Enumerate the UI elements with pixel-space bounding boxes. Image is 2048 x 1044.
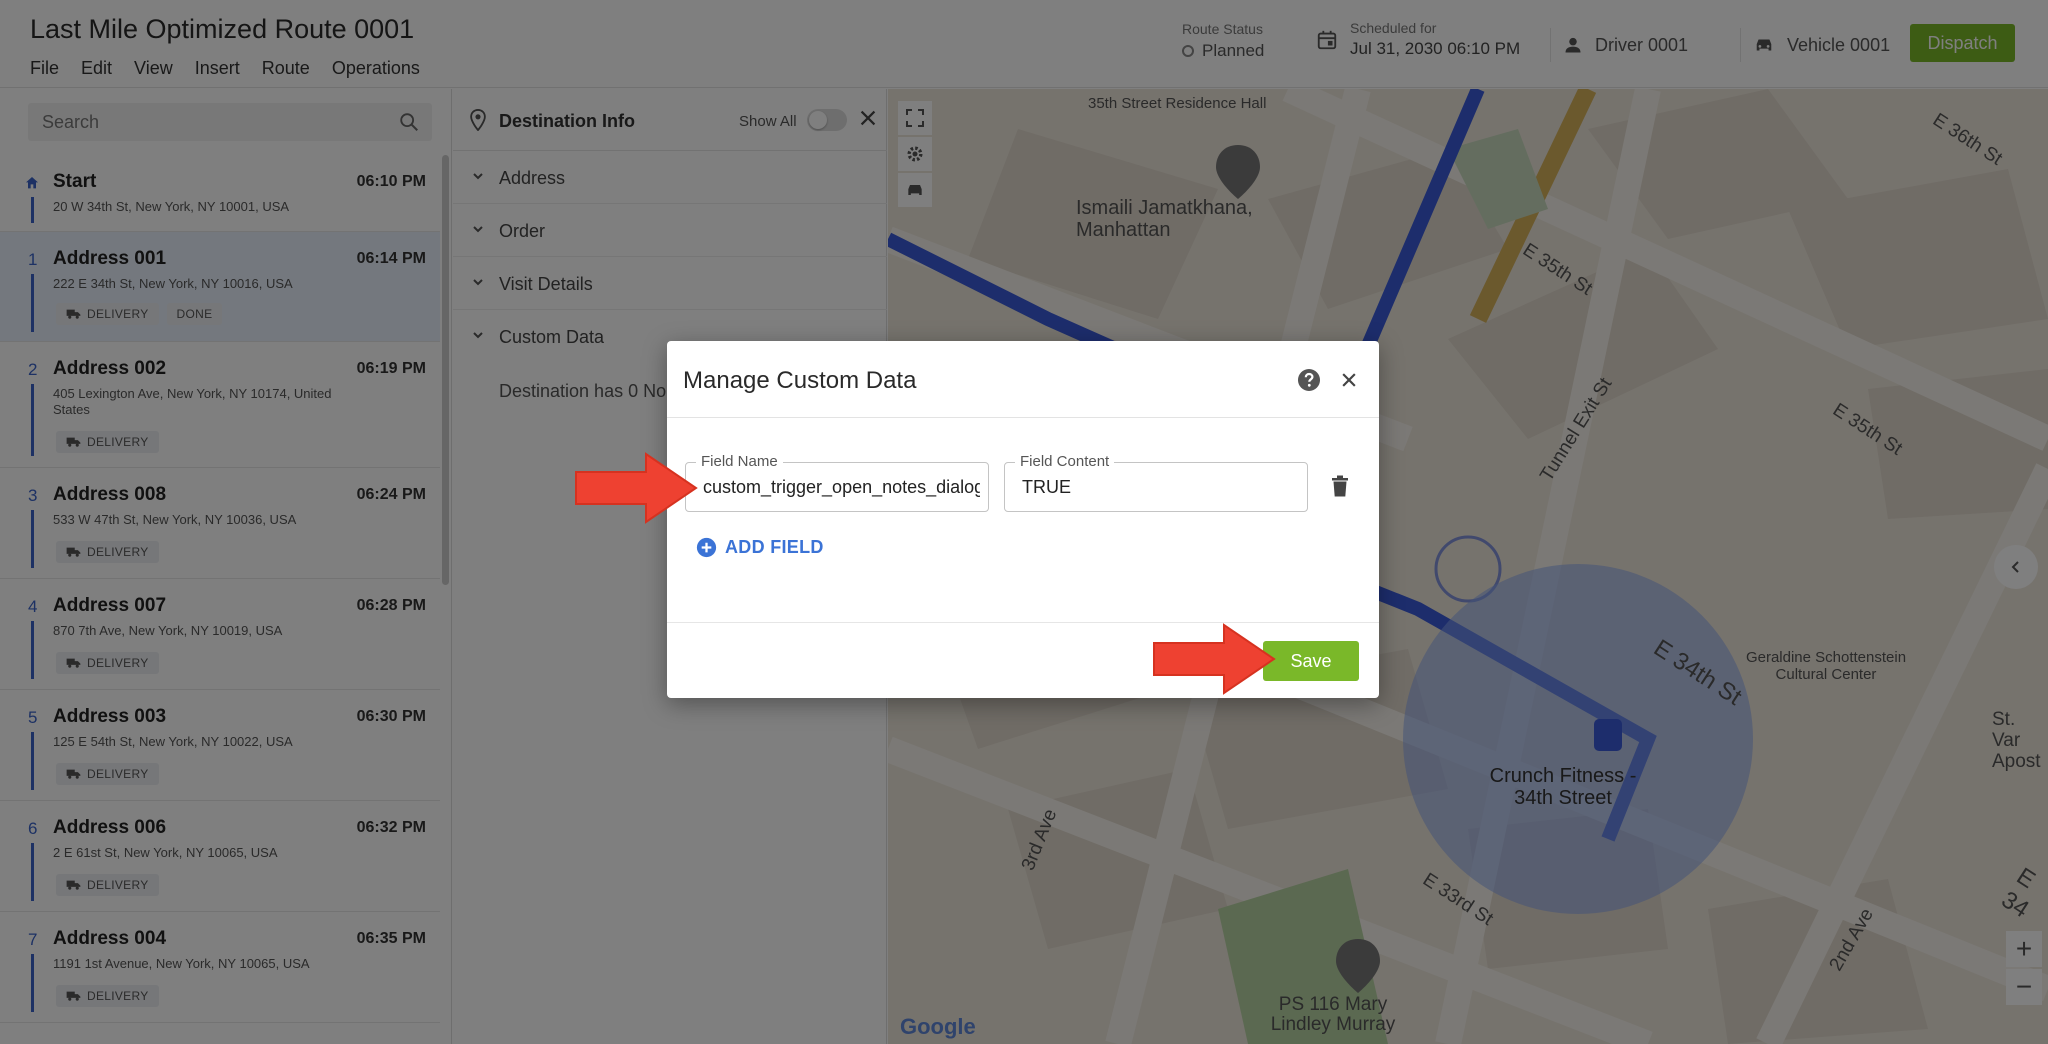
add-field-button[interactable]: ADD FIELD	[696, 537, 824, 558]
add-field-label: ADD FIELD	[725, 537, 824, 557]
field-content-group: Field Content	[1004, 453, 1308, 512]
pointer-arrow-icon	[1153, 623, 1276, 695]
dialog-title: Manage Custom Data	[683, 367, 917, 394]
field-name-group: Field Name	[685, 453, 989, 512]
trash-icon[interactable]	[1331, 475, 1349, 497]
add-circle-icon	[696, 537, 717, 558]
help-icon[interactable]	[1297, 368, 1321, 392]
field-content-input[interactable]	[1005, 463, 1307, 511]
pointer-arrow-icon	[575, 452, 698, 524]
field-name-input[interactable]	[686, 463, 988, 511]
close-icon[interactable]	[1339, 370, 1359, 390]
